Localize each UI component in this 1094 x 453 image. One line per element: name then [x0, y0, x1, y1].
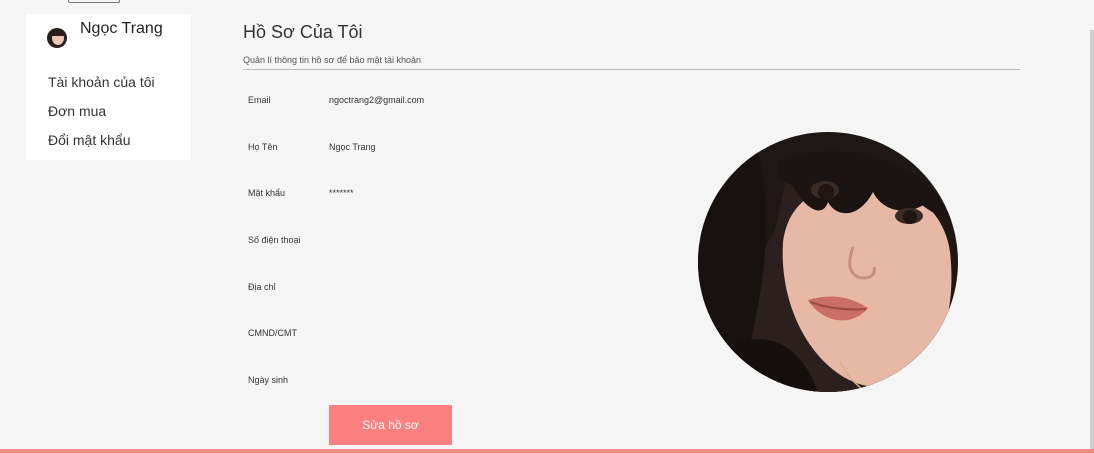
sidebar-username: Ngọc Trang: [80, 20, 163, 37]
field-value-email: ngoctrang2@gmail.com: [329, 95, 425, 105]
user-info: Ngọc Trang: [47, 20, 191, 60]
field-label-birthday: Ngày sinh: [248, 375, 289, 385]
sidebar-item-orders[interactable]: Đơn mua: [48, 101, 155, 130]
field-label-phone: Số điện thoại: [248, 235, 301, 245]
page-subtitle: Quản lí thông tin hồ sơ để bảo mật tài k…: [243, 55, 422, 65]
profile-avatar-image: [698, 132, 958, 392]
top-tab-edge: [68, 0, 120, 3]
title-divider: [243, 69, 1020, 70]
sidebar-item-my-account[interactable]: Tài khoản của tôi: [48, 72, 155, 101]
sidebar-menu: Tài khoản của tôi Đơn mua Đổi mật khẩu: [48, 72, 155, 159]
sidebar: Ngọc Trang Tài khoản của tôi Đơn mua Đổi…: [26, 14, 191, 160]
profile-avatar: [698, 132, 958, 392]
avatar: [47, 28, 67, 48]
sidebar-item-change-password[interactable]: Đổi mật khẩu: [48, 130, 155, 159]
edit-profile-button[interactable]: Sửa hồ sơ: [329, 405, 452, 445]
field-label-email: Email: [248, 95, 271, 105]
avatar-hair: [50, 29, 65, 36]
field-label-password: Mật khẩu: [248, 188, 286, 198]
field-label-address: Địa chỉ: [248, 282, 276, 292]
bottom-accent-bar: [0, 449, 1094, 453]
scrollbar[interactable]: [1090, 30, 1094, 450]
field-label-id-card: CMND/CMT: [248, 328, 297, 338]
field-value-password: *******: [329, 188, 354, 198]
field-label-full-name: Họ Tên: [248, 142, 278, 152]
page-title: Hồ Sơ Của Tôi: [243, 22, 363, 42]
field-value-full-name: Ngọc Trang: [329, 142, 376, 152]
